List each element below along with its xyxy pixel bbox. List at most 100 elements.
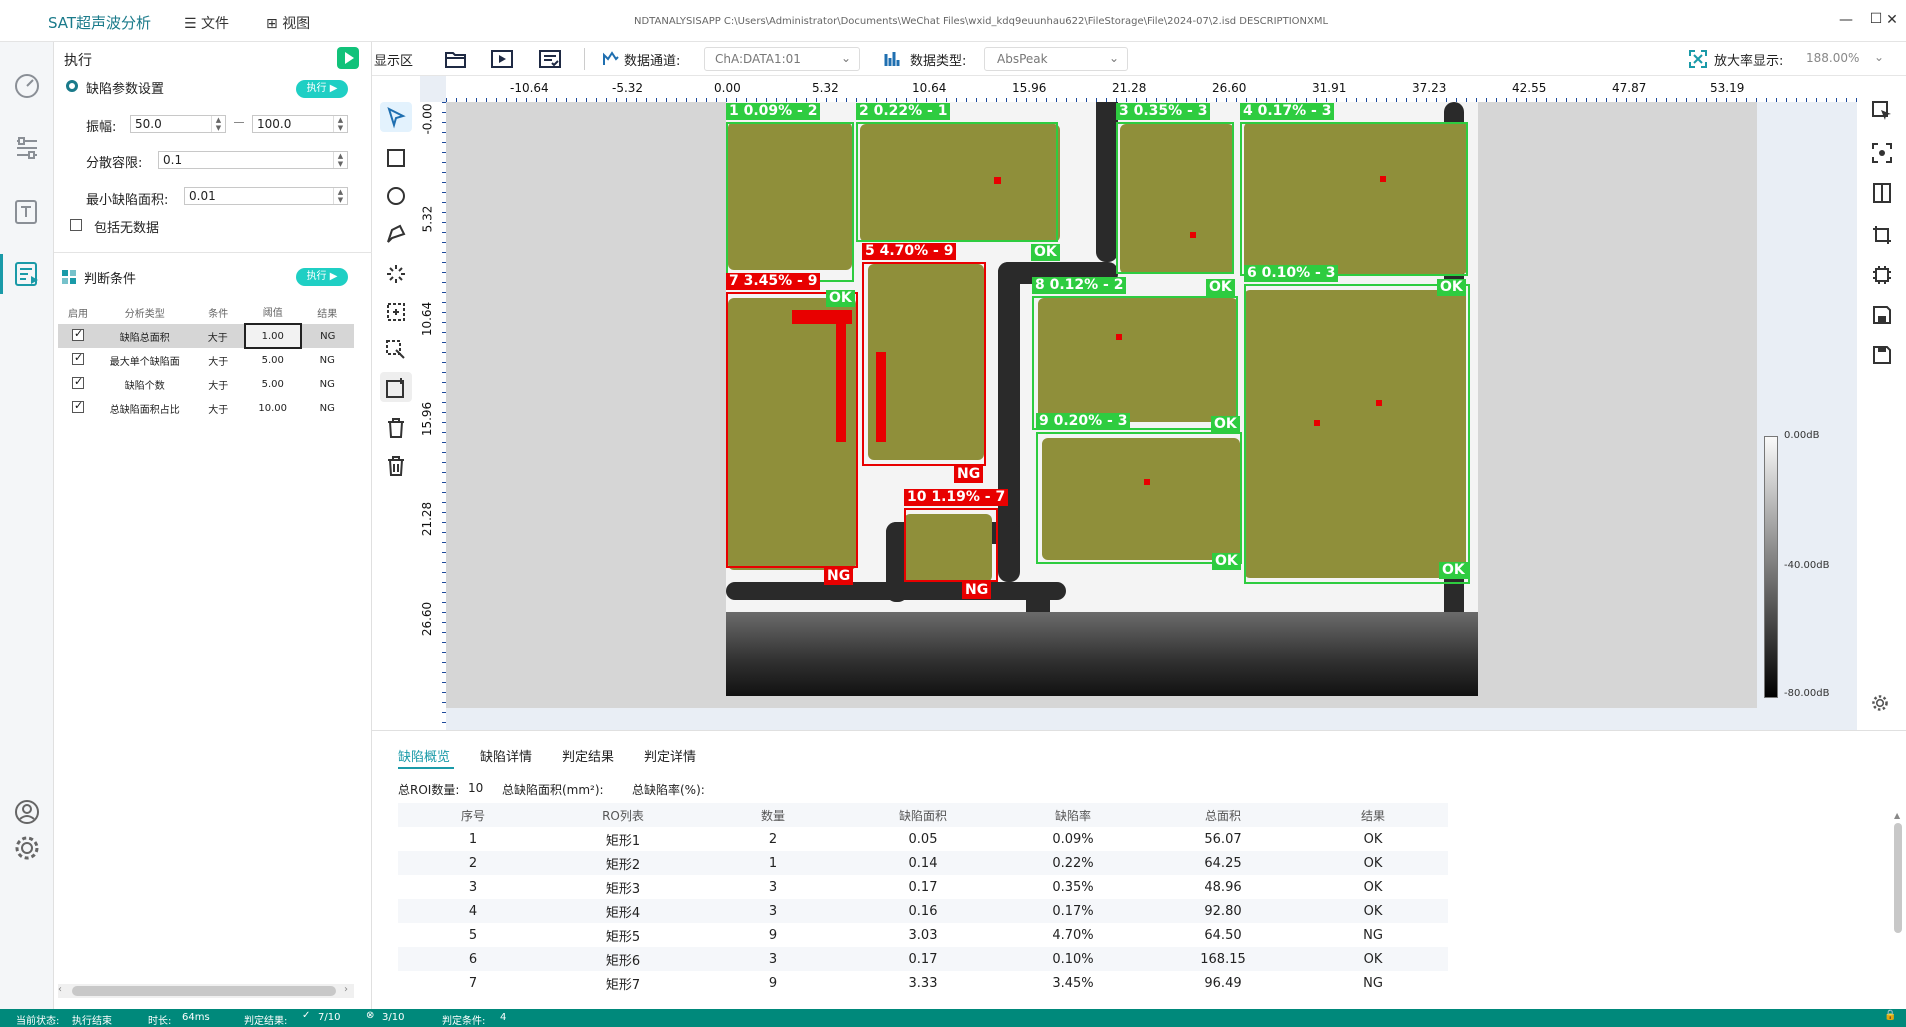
settings-list-icon[interactable] [13, 134, 41, 162]
cond-header: 条件 [208, 308, 229, 320]
roi-box[interactable] [904, 508, 998, 582]
condition-row[interactable]: 总缺陷面积占比 大于 10.00 NG [58, 396, 354, 420]
condition-row[interactable]: 缺陷总面积 大于 1.00 NG [58, 323, 354, 349]
scroll-up-icon[interactable]: ▲ [1894, 811, 1900, 820]
enable-cell[interactable] [58, 324, 98, 348]
chip-icon[interactable] [1871, 264, 1893, 286]
spinner-arrows[interactable]: ▲ ▼ [333, 116, 347, 132]
run-defect-button[interactable]: 执行 ▶ [296, 80, 348, 98]
scan-canvas[interactable]: -10.64 -5.32 0.00 5.32 10.64 15.96 21.28… [420, 76, 1857, 730]
condition-row[interactable]: 最大单个缺陷面 大于 5.00 NG [58, 348, 354, 372]
play-icon[interactable] [336, 46, 360, 70]
enable-cell[interactable] [58, 348, 98, 372]
scroll-thumb[interactable] [1894, 823, 1902, 933]
threshold-cell[interactable]: 1.00 [243, 323, 302, 349]
gauge-icon[interactable] [13, 72, 41, 100]
cell: 9 [768, 975, 778, 991]
amplitude-max-input[interactable]: 100.0 ▲ ▼ [252, 115, 348, 133]
radio-icon [66, 80, 78, 92]
enable-cell[interactable] [58, 372, 98, 396]
roi-box[interactable] [726, 122, 854, 282]
focus-icon[interactable] [1871, 142, 1893, 164]
spinner-arrows[interactable]: ▲ ▼ [211, 116, 225, 132]
settings-icon[interactable] [1871, 694, 1889, 712]
amplitude-min-input[interactable]: 50.0 ▲ ▼ [130, 115, 226, 133]
table-row[interactable]: 5 矩形5 9 3.03 4.70% 64.50 NG [398, 923, 1448, 947]
cursor-select-icon[interactable] [1871, 100, 1893, 122]
threshold-cell[interactable]: 10.00 [245, 396, 301, 420]
gear-icon[interactable] [13, 834, 41, 862]
split-view-icon[interactable] [1871, 182, 1893, 204]
vertical-scrollbar[interactable]: ▲ [1892, 811, 1904, 1001]
threshold-cell[interactable]: 5.00 [245, 348, 301, 372]
spinner-arrows[interactable]: ▲ ▼ [333, 188, 347, 204]
save-icon[interactable] [1871, 304, 1893, 326]
enable-cell[interactable] [58, 396, 98, 420]
horizontal-scrollbar[interactable]: ‹ › [58, 984, 354, 998]
add-region-icon[interactable] [384, 376, 408, 400]
play-frame-icon[interactable] [490, 48, 514, 70]
tab-judgement[interactable]: 判定结果 [562, 746, 614, 765]
checkbox[interactable] [70, 219, 82, 231]
datatype-select[interactable]: AbsPeak ⌄ [984, 47, 1128, 71]
enable-checkbox[interactable] [72, 327, 85, 341]
roi-box[interactable] [1116, 122, 1234, 274]
rectangle-icon[interactable] [384, 146, 408, 170]
region-move-icon[interactable] [384, 338, 408, 362]
pen-icon[interactable] [384, 222, 408, 246]
roi-box[interactable] [1036, 432, 1242, 564]
table-row[interactable]: 4 矩形4 3 0.16 0.17% 92.80 OK [398, 899, 1448, 923]
folder-open-icon[interactable] [444, 48, 468, 70]
scroll-right-icon[interactable]: › [344, 984, 348, 995]
col-header: 结果 [1360, 808, 1385, 823]
channel-select[interactable]: ChA:DATA1:01 ⌄ [704, 47, 860, 71]
roi-box[interactable] [862, 262, 986, 466]
tab-overview[interactable]: 缺陷概览 [398, 746, 450, 765]
enable-checkbox[interactable] [72, 351, 85, 365]
tolerance-input[interactable]: 0.1 ▲ ▼ [158, 151, 348, 169]
select-arrow-icon[interactable] [384, 106, 408, 130]
roi-box[interactable] [1032, 296, 1238, 430]
tab-details[interactable]: 缺陷详情 [480, 746, 532, 765]
roi-box[interactable] [726, 292, 858, 568]
delete-all-icon[interactable] [384, 454, 408, 478]
table-row[interactable]: 2 矩形2 1 0.14 0.22% 64.25 OK [398, 851, 1448, 875]
close-button[interactable]: ✕ [1872, 6, 1906, 34]
crop-icon[interactable] [1871, 224, 1893, 246]
user-icon[interactable] [13, 798, 41, 826]
roi-box[interactable] [856, 122, 1058, 242]
threshold-cell[interactable]: 5.00 [245, 372, 301, 396]
table-row[interactable]: 1 矩形1 2 0.05 0.09% 56.07 OK [398, 827, 1448, 851]
checklist-icon[interactable] [538, 48, 562, 70]
table-row[interactable]: 6 矩形6 3 0.17 0.10% 168.15 OK [398, 947, 1448, 971]
roi-result: OK [1437, 279, 1466, 296]
min-area-input[interactable]: 0.01 ▲ ▼ [184, 187, 348, 205]
enable-checkbox[interactable] [72, 375, 85, 389]
delete-icon[interactable] [384, 416, 408, 440]
table-row[interactable]: 7 矩形7 9 3.33 3.45% 96.49 NG [398, 971, 1448, 995]
menu-view[interactable]: ⊞ 视图 [266, 13, 310, 33]
run-conditions-button[interactable]: 执行 ▶ [296, 268, 348, 286]
zoom-select[interactable]: 188.00% ⌄ [1802, 47, 1886, 71]
lock-icon[interactable]: 🔒 [1884, 1010, 1896, 1021]
enable-checkbox[interactable] [72, 399, 85, 413]
ng-count: 3/10 [382, 1012, 405, 1023]
scroll-left-icon[interactable]: ‹ [58, 984, 62, 995]
scroll-thumb[interactable] [72, 986, 336, 996]
condition-row[interactable]: 缺陷个数 大于 5.00 NG [58, 372, 354, 396]
menu-file[interactable]: ☰ 文件 [184, 13, 229, 33]
roi-box[interactable] [1240, 122, 1468, 276]
zoom-fit-icon[interactable] [1688, 49, 1708, 69]
region-select-icon[interactable] [384, 300, 408, 324]
include-empty-checkbox[interactable] [70, 219, 82, 235]
tab-judgement-details[interactable]: 判定详情 [644, 746, 696, 765]
save-as-icon[interactable] [1871, 344, 1893, 366]
roi-label: 8 0.12% - 2 [1032, 277, 1127, 294]
text-edit-icon[interactable] [13, 198, 41, 226]
spinner-arrows[interactable]: ▲ ▼ [333, 152, 347, 168]
circle-icon[interactable] [384, 184, 408, 208]
table-row[interactable]: 3 矩形3 3 0.17 0.35% 48.96 OK [398, 875, 1448, 899]
report-icon[interactable] [13, 260, 41, 288]
roi-box[interactable] [1244, 284, 1470, 584]
magic-wand-icon[interactable] [384, 262, 408, 286]
